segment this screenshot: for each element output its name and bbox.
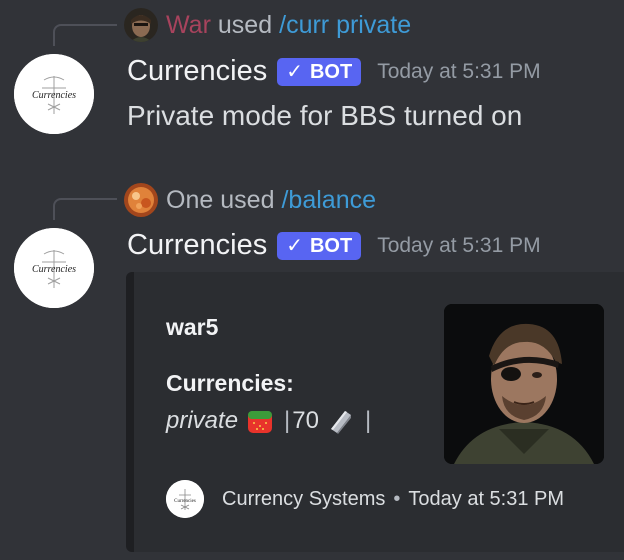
- embed-field-name: Currencies:: [166, 370, 294, 396]
- footer-logo-icon: Currencies: [166, 480, 204, 518]
- reply-connector: [53, 198, 117, 220]
- balance-embed: war5 Currencies: private | 70 | Currenci…: [126, 272, 624, 552]
- reply-username[interactable]: One: [166, 185, 213, 215]
- message-header: Currencies ✓ BOT Today at 5:31 PM: [127, 229, 541, 262]
- embed-footer: Currencies Currency Systems • Today at 5…: [166, 480, 564, 518]
- reply-verb: used: [217, 11, 273, 39]
- value-separator: |: [284, 407, 291, 434]
- reply-verb: used: [220, 186, 275, 214]
- check-icon: ✓: [286, 234, 303, 257]
- value-separator: |: [364, 407, 372, 434]
- currencies-avatar[interactable]: Currencies: [14, 228, 94, 308]
- footer-separator: •: [393, 487, 401, 510]
- avatar-logo-text: Currencies: [32, 264, 76, 275]
- strawberry-icon: [246, 407, 274, 435]
- bot-tag: ✓ BOT: [277, 57, 362, 86]
- embed-field-value: private | 70 |: [166, 407, 373, 435]
- bot-tag-label: BOT: [309, 234, 353, 257]
- reply-connector: [53, 24, 117, 46]
- embed-thumbnail[interactable]: [444, 304, 604, 464]
- message-timestamp[interactable]: Today at 5:31 PM: [377, 234, 540, 258]
- message-timestamp[interactable]: Today at 5:31 PM: [377, 60, 540, 84]
- currencies-avatar[interactable]: Currencies: [14, 54, 94, 134]
- reply-command[interactable]: /balance: [281, 185, 376, 215]
- currency-amount: 70: [292, 407, 319, 434]
- check-icon: ✓: [286, 60, 303, 83]
- author-name[interactable]: Currencies: [127, 55, 267, 88]
- field-label: private: [166, 407, 239, 434]
- silver-bar-icon: [327, 407, 355, 435]
- author-name[interactable]: Currencies: [127, 229, 267, 262]
- reply-reference[interactable]: One used /balance: [124, 183, 376, 217]
- avatar-logo-text: Currencies: [32, 90, 76, 101]
- bot-tag: ✓ BOT: [277, 231, 362, 260]
- bot-tag-label: BOT: [309, 60, 353, 83]
- reply-command[interactable]: /curr private: [279, 10, 411, 40]
- footer-logo-text: Currencies: [174, 499, 196, 504]
- one-mini-avatar[interactable]: [124, 183, 158, 217]
- message-content: Private mode for BBS turned on: [127, 100, 523, 131]
- embed-title: war5: [166, 314, 219, 340]
- reply-username[interactable]: War: [166, 10, 211, 40]
- footer-time: Today at 5:31 PM: [408, 487, 565, 510]
- war-mini-avatar[interactable]: [124, 8, 158, 42]
- footer-text: Currency Systems: [222, 487, 386, 510]
- reply-reference[interactable]: War used /curr private: [124, 8, 411, 42]
- message-header: Currencies ✓ BOT Today at 5:31 PM: [127, 55, 541, 88]
